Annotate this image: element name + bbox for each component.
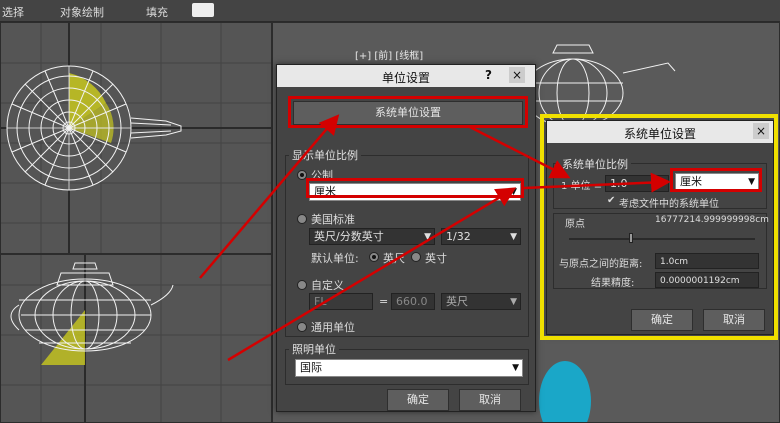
annotation-arrows	[199, 114, 671, 362]
